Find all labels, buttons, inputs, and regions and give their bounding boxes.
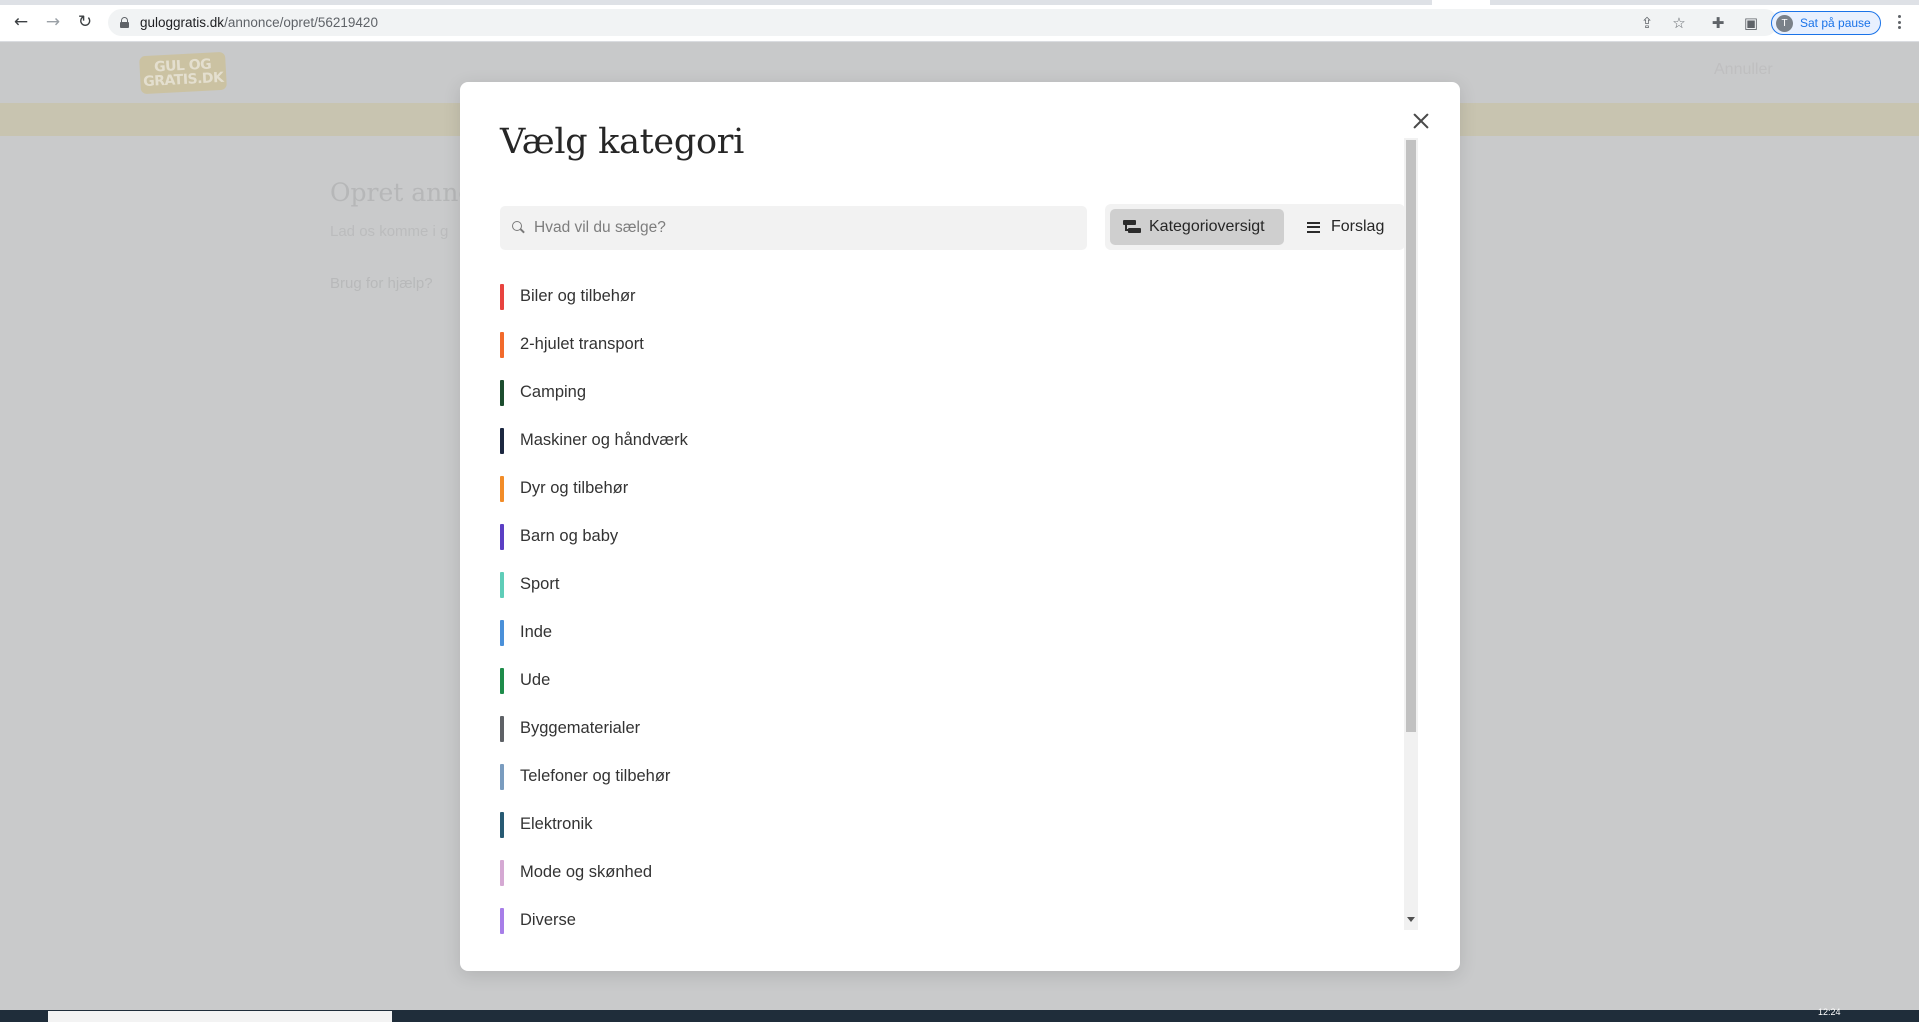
url-domain: guloggratis.dk bbox=[140, 15, 225, 30]
category-label: Inde bbox=[520, 623, 553, 641]
category-item[interactable]: Camping bbox=[500, 368, 1190, 416]
url-path: /annonce/opret/56219420 bbox=[224, 15, 378, 30]
category-color-bar bbox=[500, 812, 504, 838]
category-color-bar bbox=[500, 524, 504, 550]
help-link[interactable]: Brug for hjælp? bbox=[330, 275, 433, 292]
category-item[interactable]: Sport bbox=[500, 560, 1190, 608]
category-item[interactable]: Biler og tilbehør bbox=[500, 272, 1190, 320]
address-bar[interactable]: guloggratis.dk/annonce/opret/56219420 bbox=[108, 9, 1778, 36]
url-text[interactable]: guloggratis.dk/annonce/opret/56219420 bbox=[140, 15, 378, 30]
page-subtitle: Lad os komme i g bbox=[330, 223, 449, 240]
category-color-bar bbox=[500, 860, 504, 886]
category-label: Maskiner og håndværk bbox=[520, 431, 688, 449]
category-label: Biler og tilbehør bbox=[520, 287, 636, 305]
page-title: Opret anno bbox=[330, 178, 474, 207]
category-color-bar bbox=[500, 908, 504, 934]
category-item[interactable]: Inde bbox=[500, 608, 1190, 656]
category-item[interactable]: Telefoner og tilbehør bbox=[500, 752, 1190, 800]
category-color-bar bbox=[500, 668, 504, 694]
modal-scrollbar[interactable] bbox=[1404, 138, 1418, 930]
category-label: Telefoner og tilbehør bbox=[520, 767, 671, 785]
profile-button[interactable]: T Sat på pause bbox=[1771, 11, 1881, 35]
close-button[interactable] bbox=[1408, 108, 1434, 134]
taskbar-search[interactable] bbox=[48, 1011, 392, 1022]
share-icon[interactable]: ⇪ bbox=[1639, 14, 1655, 32]
category-list: Biler og tilbehør 2-hjulet transport Cam… bbox=[500, 272, 1190, 944]
category-label: Camping bbox=[520, 383, 587, 401]
avatar: T bbox=[1776, 14, 1793, 32]
extensions-icon[interactable]: ✚ bbox=[1710, 14, 1726, 32]
os-taskbar: 12:24 bbox=[0, 1007, 1919, 1022]
lock-icon[interactable] bbox=[120, 17, 129, 28]
category-item[interactable]: Mode og skønhed bbox=[500, 848, 1190, 896]
category-color-bar bbox=[500, 620, 504, 646]
category-label: Barn og baby bbox=[520, 527, 619, 545]
category-item[interactable]: Barn og baby bbox=[500, 512, 1190, 560]
tab-category-overview-label: Kategorioversigt bbox=[1149, 218, 1265, 235]
modal-title: Vælg kategori bbox=[500, 122, 745, 162]
category-color-bar bbox=[500, 284, 504, 310]
category-label: Ude bbox=[520, 671, 551, 689]
category-item[interactable]: 2-hjulet transport bbox=[500, 320, 1190, 368]
category-color-bar bbox=[500, 572, 504, 598]
scroll-down-arrow-icon[interactable] bbox=[1407, 917, 1415, 922]
category-label: Elektronik bbox=[520, 815, 593, 833]
category-label: 2-hjulet transport bbox=[520, 335, 644, 353]
category-item[interactable]: Dyr og tilbehør bbox=[500, 464, 1190, 512]
category-label: Sport bbox=[520, 575, 560, 593]
category-label: Dyr og tilbehør bbox=[520, 479, 629, 497]
tab-suggestions[interactable]: Forslag bbox=[1291, 209, 1401, 245]
reload-icon[interactable]: ↻ bbox=[76, 13, 94, 31]
category-color-bar bbox=[500, 716, 504, 742]
tab-category-overview[interactable]: Kategorioversigt bbox=[1110, 209, 1284, 245]
category-item[interactable]: Byggematerialer bbox=[500, 704, 1190, 752]
browser-toolbar: ← → ↻ guloggratis.dk/annonce/opret/56219… bbox=[0, 0, 1919, 42]
category-modal: Vælg kategori Kategorioversigt Forslag B… bbox=[460, 82, 1460, 971]
category-item[interactable]: Ude bbox=[500, 656, 1190, 704]
close-icon bbox=[1412, 112, 1430, 130]
taskbar-clock: 12:24 bbox=[1818, 1007, 1841, 1017]
tab-strip bbox=[0, 0, 1919, 5]
category-label: Mode og skønhed bbox=[520, 863, 653, 881]
search-input[interactable] bbox=[534, 206, 1074, 250]
profile-status: Sat på pause bbox=[1800, 16, 1871, 30]
star-icon[interactable]: ☆ bbox=[1671, 14, 1687, 32]
search-box[interactable] bbox=[500, 206, 1087, 250]
side-panel-icon[interactable]: ▣ bbox=[1743, 14, 1759, 32]
tab-suggestions-label: Forslag bbox=[1331, 218, 1385, 235]
back-icon[interactable]: ← bbox=[12, 13, 30, 31]
category-item[interactable]: Diverse bbox=[500, 896, 1190, 944]
category-label: Byggematerialer bbox=[520, 719, 641, 737]
category-item[interactable]: Maskiner og håndværk bbox=[500, 416, 1190, 464]
category-label: Diverse bbox=[520, 911, 576, 929]
category-color-bar bbox=[500, 476, 504, 502]
category-color-bar bbox=[500, 764, 504, 790]
logo-line2: GRATIS.DK bbox=[142, 69, 224, 91]
list-icon bbox=[1307, 221, 1320, 233]
search-icon bbox=[512, 221, 525, 234]
menu-icon[interactable] bbox=[1896, 13, 1902, 31]
active-tab[interactable] bbox=[1432, 0, 1490, 5]
scrollbar-thumb[interactable] bbox=[1406, 140, 1416, 732]
category-color-bar bbox=[500, 332, 504, 358]
cancel-link[interactable]: Annuller bbox=[1714, 61, 1773, 79]
view-toggle: Kategorioversigt Forslag bbox=[1105, 204, 1405, 250]
category-item[interactable]: Elektronik bbox=[500, 800, 1190, 848]
category-color-bar bbox=[500, 428, 504, 454]
tree-icon bbox=[1123, 220, 1141, 234]
category-color-bar bbox=[500, 380, 504, 406]
site-logo[interactable]: GUL OG GRATIS.DK bbox=[139, 51, 227, 95]
forward-icon[interactable]: → bbox=[44, 13, 62, 31]
